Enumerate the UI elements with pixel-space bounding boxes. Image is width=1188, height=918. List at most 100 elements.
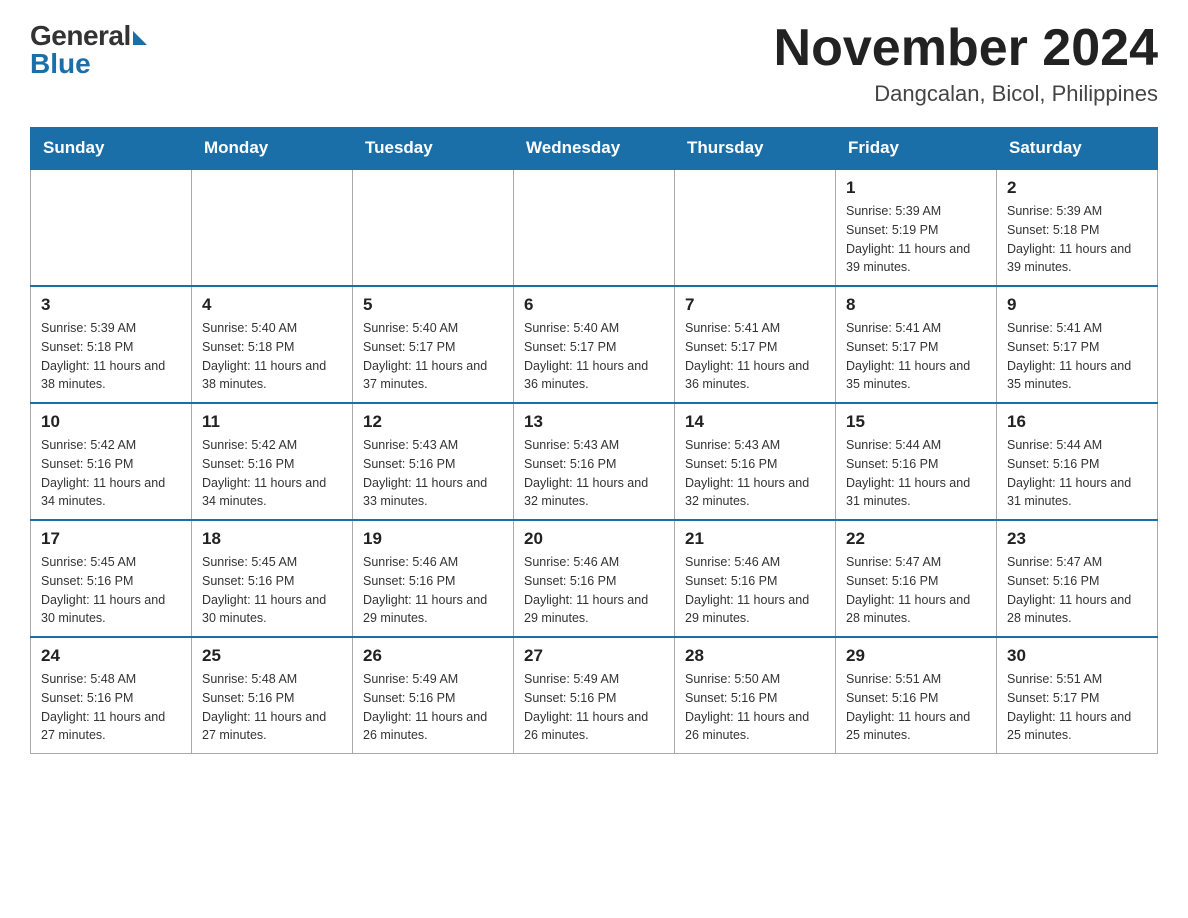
day-number: 8 xyxy=(846,295,986,315)
title-section: November 2024 Dangcalan, Bicol, Philippi… xyxy=(774,20,1158,107)
calendar-cell: 8 Sunrise: 5:41 AM Sunset: 5:17 PM Daylig… xyxy=(836,286,997,403)
calendar-cell: 27 Sunrise: 5:49 AM Sunset: 5:16 PM Dayli… xyxy=(514,637,675,754)
day-number: 27 xyxy=(524,646,664,666)
calendar-cell: 7 Sunrise: 5:41 AM Sunset: 5:17 PM Daylig… xyxy=(675,286,836,403)
day-info: Sunrise: 5:44 AM Sunset: 5:16 PM Dayligh… xyxy=(1007,436,1147,511)
calendar-cell: 23 Sunrise: 5:47 AM Sunset: 5:16 PM Dayli… xyxy=(997,520,1158,637)
day-of-week-header: Thursday xyxy=(675,128,836,170)
day-info: Sunrise: 5:48 AM Sunset: 5:16 PM Dayligh… xyxy=(202,670,342,745)
day-info: Sunrise: 5:43 AM Sunset: 5:16 PM Dayligh… xyxy=(524,436,664,511)
day-of-week-header: Monday xyxy=(192,128,353,170)
calendar-cell xyxy=(31,169,192,286)
day-number: 14 xyxy=(685,412,825,432)
calendar-cell: 14 Sunrise: 5:43 AM Sunset: 5:16 PM Dayli… xyxy=(675,403,836,520)
calendar-cell: 18 Sunrise: 5:45 AM Sunset: 5:16 PM Dayli… xyxy=(192,520,353,637)
calendar-header: SundayMondayTuesdayWednesdayThursdayFrid… xyxy=(31,128,1158,170)
logo-blue-text: Blue xyxy=(30,48,91,80)
day-number: 16 xyxy=(1007,412,1147,432)
day-info: Sunrise: 5:41 AM Sunset: 5:17 PM Dayligh… xyxy=(685,319,825,394)
day-info: Sunrise: 5:48 AM Sunset: 5:16 PM Dayligh… xyxy=(41,670,181,745)
calendar-body: 1 Sunrise: 5:39 AM Sunset: 5:19 PM Daylig… xyxy=(31,169,1158,754)
day-number: 30 xyxy=(1007,646,1147,666)
day-number: 26 xyxy=(363,646,503,666)
calendar-cell: 3 Sunrise: 5:39 AM Sunset: 5:18 PM Daylig… xyxy=(31,286,192,403)
day-of-week-header: Sunday xyxy=(31,128,192,170)
day-info: Sunrise: 5:47 AM Sunset: 5:16 PM Dayligh… xyxy=(1007,553,1147,628)
day-number: 25 xyxy=(202,646,342,666)
day-info: Sunrise: 5:43 AM Sunset: 5:16 PM Dayligh… xyxy=(363,436,503,511)
calendar-week-row: 17 Sunrise: 5:45 AM Sunset: 5:16 PM Dayli… xyxy=(31,520,1158,637)
day-number: 17 xyxy=(41,529,181,549)
day-info: Sunrise: 5:51 AM Sunset: 5:17 PM Dayligh… xyxy=(1007,670,1147,745)
day-number: 9 xyxy=(1007,295,1147,315)
calendar-cell: 5 Sunrise: 5:40 AM Sunset: 5:17 PM Daylig… xyxy=(353,286,514,403)
location-text: Dangcalan, Bicol, Philippines xyxy=(774,81,1158,107)
day-info: Sunrise: 5:44 AM Sunset: 5:16 PM Dayligh… xyxy=(846,436,986,511)
calendar-cell: 26 Sunrise: 5:49 AM Sunset: 5:16 PM Dayli… xyxy=(353,637,514,754)
day-number: 23 xyxy=(1007,529,1147,549)
day-info: Sunrise: 5:49 AM Sunset: 5:16 PM Dayligh… xyxy=(363,670,503,745)
calendar-cell: 12 Sunrise: 5:43 AM Sunset: 5:16 PM Dayli… xyxy=(353,403,514,520)
calendar-cell: 2Sunrise: 5:39 AM Sunset: 5:18 PM Daylig… xyxy=(997,169,1158,286)
day-number: 4 xyxy=(202,295,342,315)
day-number: 20 xyxy=(524,529,664,549)
day-number: 22 xyxy=(846,529,986,549)
days-of-week-row: SundayMondayTuesdayWednesdayThursdayFrid… xyxy=(31,128,1158,170)
calendar-cell xyxy=(353,169,514,286)
calendar-cell: 13 Sunrise: 5:43 AM Sunset: 5:16 PM Dayli… xyxy=(514,403,675,520)
calendar-cell: 11 Sunrise: 5:42 AM Sunset: 5:16 PM Dayli… xyxy=(192,403,353,520)
calendar-cell: 21 Sunrise: 5:46 AM Sunset: 5:16 PM Dayli… xyxy=(675,520,836,637)
calendar-cell: 10Sunrise: 5:42 AM Sunset: 5:16 PM Dayli… xyxy=(31,403,192,520)
day-number: 21 xyxy=(685,529,825,549)
day-info: Sunrise: 5:41 AM Sunset: 5:17 PM Dayligh… xyxy=(846,319,986,394)
day-info: Sunrise: 5:39 AM Sunset: 5:18 PM Dayligh… xyxy=(1007,202,1147,277)
day-info: Sunrise: 5:45 AM Sunset: 5:16 PM Dayligh… xyxy=(202,553,342,628)
logo-triangle-icon xyxy=(133,31,147,45)
calendar-cell: 30 Sunrise: 5:51 AM Sunset: 5:17 PM Dayli… xyxy=(997,637,1158,754)
day-number: 19 xyxy=(363,529,503,549)
calendar-cell: 17 Sunrise: 5:45 AM Sunset: 5:16 PM Dayli… xyxy=(31,520,192,637)
calendar-week-row: 24 Sunrise: 5:48 AM Sunset: 5:16 PM Dayli… xyxy=(31,637,1158,754)
calendar-cell: 1 Sunrise: 5:39 AM Sunset: 5:19 PM Daylig… xyxy=(836,169,997,286)
calendar-cell: 20Sunrise: 5:46 AM Sunset: 5:16 PM Dayli… xyxy=(514,520,675,637)
day-info: Sunrise: 5:45 AM Sunset: 5:16 PM Dayligh… xyxy=(41,553,181,628)
day-info: Sunrise: 5:43 AM Sunset: 5:16 PM Dayligh… xyxy=(685,436,825,511)
calendar-week-row: 3 Sunrise: 5:39 AM Sunset: 5:18 PM Daylig… xyxy=(31,286,1158,403)
day-info: Sunrise: 5:39 AM Sunset: 5:18 PM Dayligh… xyxy=(41,319,181,394)
calendar-cell: 16 Sunrise: 5:44 AM Sunset: 5:16 PM Dayli… xyxy=(997,403,1158,520)
calendar-cell xyxy=(514,169,675,286)
calendar-cell: 19 Sunrise: 5:46 AM Sunset: 5:16 PM Dayli… xyxy=(353,520,514,637)
day-info: Sunrise: 5:40 AM Sunset: 5:17 PM Dayligh… xyxy=(363,319,503,394)
calendar-week-row: 10Sunrise: 5:42 AM Sunset: 5:16 PM Dayli… xyxy=(31,403,1158,520)
day-info: Sunrise: 5:39 AM Sunset: 5:19 PM Dayligh… xyxy=(846,202,986,277)
day-number: 1 xyxy=(846,178,986,198)
day-info: Sunrise: 5:42 AM Sunset: 5:16 PM Dayligh… xyxy=(202,436,342,511)
calendar-table: SundayMondayTuesdayWednesdayThursdayFrid… xyxy=(30,127,1158,754)
calendar-cell: 25 Sunrise: 5:48 AM Sunset: 5:16 PM Dayli… xyxy=(192,637,353,754)
calendar-cell: 29Sunrise: 5:51 AM Sunset: 5:16 PM Dayli… xyxy=(836,637,997,754)
logo: General Blue xyxy=(30,20,147,80)
day-info: Sunrise: 5:46 AM Sunset: 5:16 PM Dayligh… xyxy=(685,553,825,628)
day-number: 13 xyxy=(524,412,664,432)
day-of-week-header: Tuesday xyxy=(353,128,514,170)
day-number: 3 xyxy=(41,295,181,315)
day-info: Sunrise: 5:49 AM Sunset: 5:16 PM Dayligh… xyxy=(524,670,664,745)
day-number: 5 xyxy=(363,295,503,315)
day-number: 12 xyxy=(363,412,503,432)
calendar-cell xyxy=(192,169,353,286)
calendar-cell: 9 Sunrise: 5:41 AM Sunset: 5:17 PM Daylig… xyxy=(997,286,1158,403)
day-info: Sunrise: 5:40 AM Sunset: 5:17 PM Dayligh… xyxy=(524,319,664,394)
day-info: Sunrise: 5:41 AM Sunset: 5:17 PM Dayligh… xyxy=(1007,319,1147,394)
calendar-cell: 15 Sunrise: 5:44 AM Sunset: 5:16 PM Dayli… xyxy=(836,403,997,520)
day-number: 18 xyxy=(202,529,342,549)
day-info: Sunrise: 5:51 AM Sunset: 5:16 PM Dayligh… xyxy=(846,670,986,745)
month-title: November 2024 xyxy=(774,20,1158,77)
calendar-cell: 24 Sunrise: 5:48 AM Sunset: 5:16 PM Dayli… xyxy=(31,637,192,754)
calendar-cell: 6Sunrise: 5:40 AM Sunset: 5:17 PM Daylig… xyxy=(514,286,675,403)
day-number: 15 xyxy=(846,412,986,432)
day-number: 11 xyxy=(202,412,342,432)
day-number: 24 xyxy=(41,646,181,666)
day-info: Sunrise: 5:46 AM Sunset: 5:16 PM Dayligh… xyxy=(363,553,503,628)
calendar-cell: 28Sunrise: 5:50 AM Sunset: 5:16 PM Dayli… xyxy=(675,637,836,754)
day-number: 7 xyxy=(685,295,825,315)
